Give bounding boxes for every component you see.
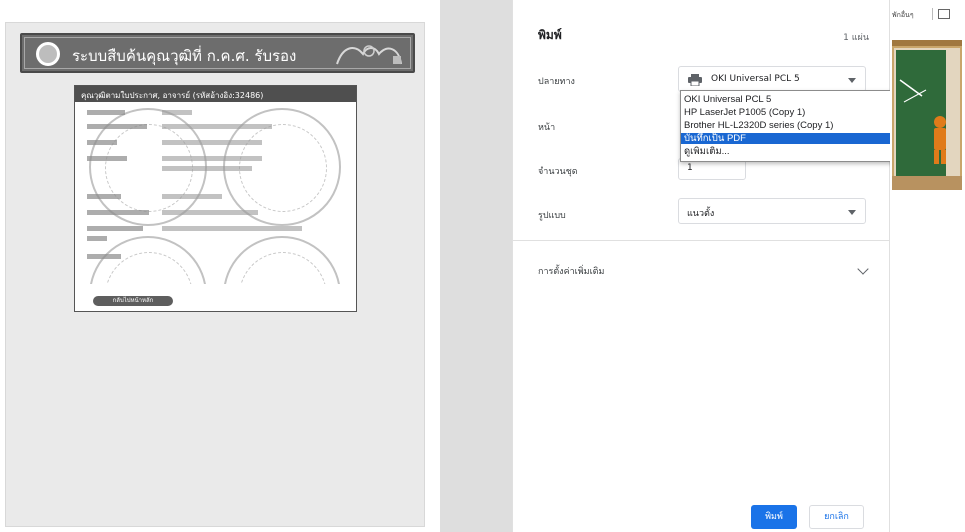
copies-label: จำนวนชุด — [538, 167, 578, 177]
page-illustration — [892, 40, 962, 190]
sheet-count: 1 แผ่น — [843, 33, 869, 43]
screen: ระบบสืบค้นคุณวุฒิที่ ก.ค.ศ. รับรอง คุณวุ… — [0, 0, 965, 532]
print-button[interactable]: พิมพ์ — [751, 505, 797, 529]
cancel-button[interactable]: ยกเลิก — [809, 505, 864, 529]
more-settings-toggle[interactable]: การตั้งค่าเพิ่มเติม — [538, 264, 604, 278]
certificate-card: คุณวุฒิตามใบประกาศ, อาจารย์ (รหัสอ้างอิง… — [74, 85, 357, 312]
destination-label: ปลายทาง — [538, 77, 575, 87]
dialog-title: พิมพ์ — [538, 28, 562, 42]
layout-value: แนวตั้ง — [687, 209, 715, 219]
print-preview-area: ระบบสืบค้นคุณวุฒิที่ ก.ค.ศ. รับรอง คุณวุ… — [0, 0, 440, 532]
dropdown-option-see-more[interactable]: ดูเพิ่มเติม... — [681, 146, 907, 157]
window-icon[interactable] — [938, 9, 950, 19]
back-to-home-button[interactable]: กลับไปหน้าหลัก — [92, 295, 174, 307]
preview-page[interactable]: ระบบสืบค้นคุณวุฒิที่ ก.ค.ศ. รับรอง คุณวุ… — [5, 22, 425, 527]
dropdown-option-save-as-pdf[interactable]: บันทึกเป็น PDF — [681, 133, 907, 144]
dropdown-option[interactable]: Brother HL-L2320D series (Copy 1) — [681, 120, 907, 131]
info-row — [87, 210, 347, 219]
certificate-card-header: คุณวุฒิตามใบประกาศ, อาจารย์ (รหัสอ้างอิง… — [75, 86, 356, 102]
info-row — [87, 226, 347, 235]
emblem-icon — [36, 42, 60, 66]
info-row — [87, 254, 347, 263]
layout-label: รูปแบบ — [538, 211, 566, 221]
toolbar-text[interactable]: พักอื่นๆ — [892, 10, 914, 21]
chevron-down-icon — [848, 210, 856, 215]
divider — [513, 240, 889, 241]
chevron-down-icon[interactable] — [857, 263, 869, 275]
site-banner: ระบบสืบค้นคุณวุฒิที่ ก.ค.ศ. รับรอง — [20, 33, 415, 73]
info-row — [87, 110, 347, 119]
dropdown-option[interactable]: OKI Universal PCL 5 — [681, 94, 907, 105]
toolbar-separator — [932, 8, 933, 20]
background-page: พักอื่นๆ — [890, 0, 965, 532]
chevron-down-icon — [848, 78, 856, 83]
preview-gutter — [440, 0, 512, 532]
info-row — [87, 124, 347, 133]
info-row — [87, 236, 347, 245]
destination-dropdown-list: OKI Universal PCL 5 HP LaserJet P1005 (C… — [680, 90, 908, 162]
destination-value: OKI Universal PCL 5 — [711, 74, 800, 84]
info-row — [87, 166, 347, 175]
printer-icon — [688, 74, 702, 86]
layout-select[interactable]: แนวตั้ง — [678, 198, 866, 224]
certificate-card-body — [81, 108, 351, 284]
info-row — [87, 156, 347, 165]
destination-select[interactable]: OKI Universal PCL 5 — [678, 66, 866, 92]
info-row — [87, 194, 347, 203]
garuda-logo-icon — [336, 45, 402, 65]
banner-title: ระบบสืบค้นคุณวุฒิที่ ก.ค.ศ. รับรอง — [72, 47, 297, 65]
dropdown-option[interactable]: HP LaserJet P1005 (Copy 1) — [681, 107, 907, 118]
print-dialog: พิมพ์ 1 แผ่น ปลายทาง OKI Universal PCL 5… — [512, 0, 890, 532]
pages-label: หน้า — [538, 123, 556, 133]
info-row — [87, 140, 347, 149]
